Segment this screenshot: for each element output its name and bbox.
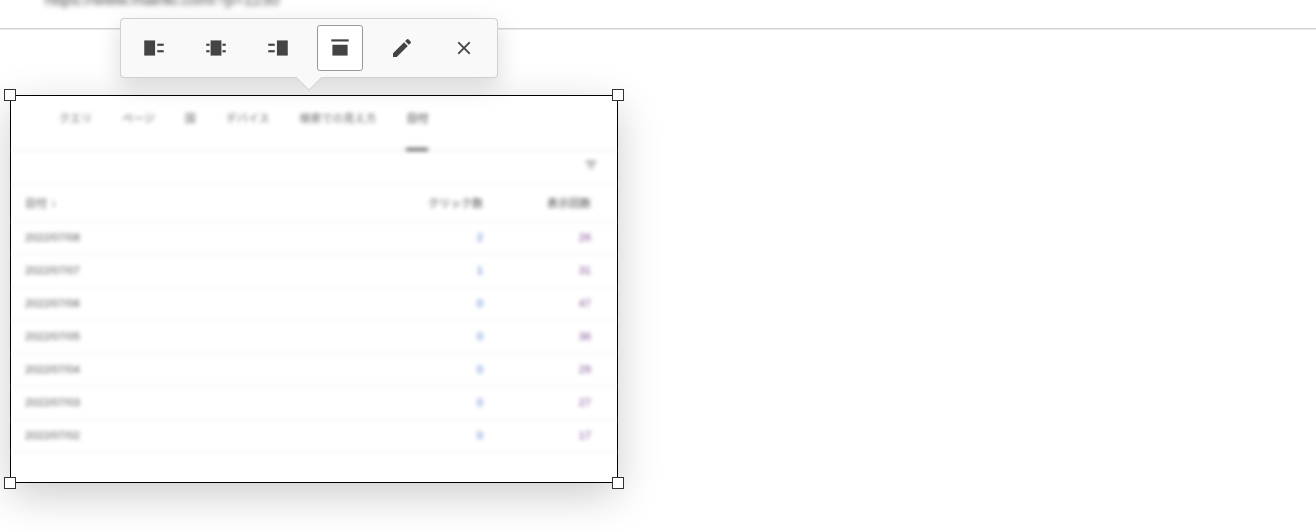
align-left-button[interactable] bbox=[131, 25, 177, 71]
table-header: 日付 ↓ クリック数 表示回数 bbox=[11, 185, 617, 222]
cell-clicks: 0 bbox=[413, 331, 523, 343]
cell-clicks: 0 bbox=[413, 364, 523, 376]
header-date[interactable]: 日付 ↓ bbox=[25, 195, 413, 211]
cell-clicks: 2 bbox=[413, 232, 523, 244]
align-center-icon bbox=[203, 35, 229, 61]
edit-button[interactable] bbox=[379, 25, 425, 71]
header-impressions[interactable]: 表示回数 bbox=[523, 195, 603, 211]
align-none-icon bbox=[327, 35, 353, 61]
cell-clicks: 0 bbox=[413, 298, 523, 310]
remove-button[interactable] bbox=[441, 25, 487, 71]
embedded-image-content: クエリ ページ 国 デバイス 検索での見え方 日付 日付 ↓ クリック数 表示回… bbox=[11, 96, 617, 482]
table-row: 2022/07/07131 bbox=[11, 255, 617, 288]
tabs-row: クエリ ページ 国 デバイス 検索での見え方 日付 bbox=[11, 96, 617, 151]
table-row: 2022/07/05036 bbox=[11, 321, 617, 354]
cell-date: 2022/07/07 bbox=[25, 265, 413, 277]
filter-icon[interactable] bbox=[583, 157, 599, 178]
cell-clicks: 1 bbox=[413, 265, 523, 277]
align-right-icon bbox=[265, 35, 291, 61]
cell-date: 2022/07/08 bbox=[25, 232, 413, 244]
cell-clicks: 0 bbox=[413, 397, 523, 409]
cell-impressions: 31 bbox=[523, 265, 603, 277]
align-center-button[interactable] bbox=[193, 25, 239, 71]
align-left-icon bbox=[141, 35, 167, 61]
block-toolbar bbox=[120, 18, 498, 78]
cell-impressions: 47 bbox=[523, 298, 603, 310]
tab-country[interactable]: 国 bbox=[185, 110, 196, 140]
align-none-button[interactable] bbox=[317, 25, 363, 71]
tab-query[interactable]: クエリ bbox=[59, 110, 92, 140]
table-row: 2022/07/04029 bbox=[11, 354, 617, 387]
cell-date: 2022/07/03 bbox=[25, 397, 413, 409]
header-date-label: 日付 bbox=[25, 195, 47, 211]
cell-impressions: 26 bbox=[523, 232, 603, 244]
sort-arrow-icon: ↓ bbox=[51, 197, 57, 209]
selected-block[interactable]: クエリ ページ 国 デバイス 検索での見え方 日付 日付 ↓ クリック数 表示回… bbox=[10, 95, 618, 483]
tab-search-appearance[interactable]: 検索での見え方 bbox=[299, 110, 376, 140]
pencil-icon bbox=[390, 36, 414, 60]
cell-impressions: 17 bbox=[523, 430, 603, 442]
cell-date: 2022/07/04 bbox=[25, 364, 413, 376]
cell-impressions: 27 bbox=[523, 397, 603, 409]
tab-page[interactable]: ページ bbox=[122, 110, 155, 140]
cell-impressions: 29 bbox=[523, 364, 603, 376]
url-text: https://www.mainki.com/?p=1230 bbox=[45, 0, 279, 10]
table-body: 2022/07/082262022/07/071312022/07/060472… bbox=[11, 222, 617, 453]
cell-date: 2022/07/02 bbox=[25, 430, 413, 442]
cell-date: 2022/07/05 bbox=[25, 331, 413, 343]
cell-impressions: 36 bbox=[523, 331, 603, 343]
table-row: 2022/07/06047 bbox=[11, 288, 617, 321]
cell-clicks: 0 bbox=[413, 430, 523, 442]
tab-device[interactable]: デバイス bbox=[226, 110, 270, 140]
tab-date[interactable]: 日付 bbox=[406, 110, 428, 151]
filter-row bbox=[11, 151, 617, 185]
align-right-button[interactable] bbox=[255, 25, 301, 71]
table-row: 2022/07/08226 bbox=[11, 222, 617, 255]
cell-date: 2022/07/06 bbox=[25, 298, 413, 310]
close-icon bbox=[453, 37, 475, 59]
header-clicks[interactable]: クリック数 bbox=[413, 195, 523, 211]
table-row: 2022/07/03027 bbox=[11, 387, 617, 420]
table-row: 2022/07/02017 bbox=[11, 420, 617, 453]
